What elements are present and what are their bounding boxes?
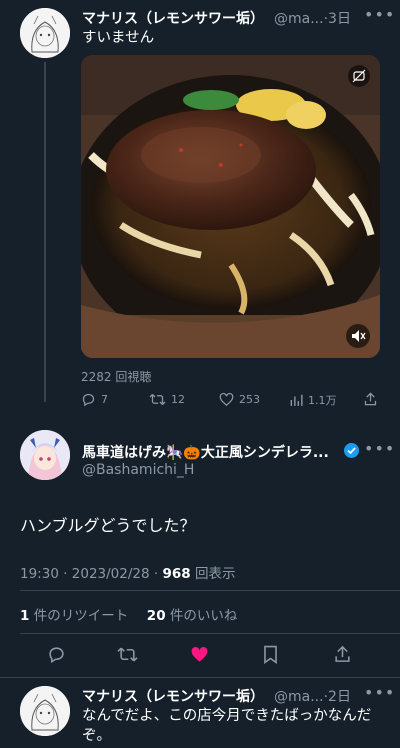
reply-icon: [49, 647, 64, 664]
share-button[interactable]: [363, 391, 378, 407]
bookmark-icon: [264, 645, 277, 664]
retweet-stat[interactable]: 1 件のリツイート: [20, 608, 128, 624]
author-name[interactable]: マナリス（レモンサワー垢）: [82, 686, 264, 706]
like-count: 253: [239, 393, 260, 406]
gif-toggle-icon[interactable]: [348, 65, 370, 87]
avatar[interactable]: [20, 8, 70, 58]
author-name[interactable]: 馬車道はげみ🎠🎃大正風シンデレラ...: [82, 442, 359, 462]
like-label: 件のいいね: [165, 608, 238, 624]
heart-icon: [219, 392, 234, 406]
more-options-icon[interactable]: •••: [364, 683, 395, 702]
more-options-icon[interactable]: •••: [364, 439, 395, 458]
view-count: 968: [162, 566, 191, 582]
author-handle[interactable]: @Bashamichi_H: [82, 462, 194, 478]
divider: [20, 590, 400, 591]
handle-text: @ma...: [274, 689, 324, 705]
author-handle: @ma...·3日: [274, 11, 351, 27]
like-button[interactable]: 253: [219, 392, 260, 407]
reply-icon: [82, 393, 95, 407]
tweet-time[interactable]: 2日: [328, 689, 351, 705]
tweet-text: なんでだよ、この店今月できたばっかなんだぞ。: [82, 708, 372, 744]
more-options-icon[interactable]: •••: [364, 5, 395, 24]
reply-button[interactable]: 7: [81, 392, 108, 407]
tweet-text: すいません: [82, 30, 155, 46]
engagement-stats: 1 件のリツイート 20 件のいいね: [20, 604, 237, 624]
avatar-drawing-icon: [20, 8, 70, 58]
avatar[interactable]: [20, 430, 70, 480]
retweet-icon: [117, 647, 138, 662]
share-icon: [364, 392, 377, 406]
author-handle: @ma...·2日: [274, 689, 351, 705]
tweet-video[interactable]: [81, 55, 380, 358]
like-stat[interactable]: 20 件のいいね: [147, 608, 238, 624]
avatar-character-icon: [20, 430, 70, 480]
handle-text: @ma...: [274, 11, 324, 27]
divider: [0, 677, 400, 678]
retweet-count: 12: [171, 393, 185, 406]
like-count: 20: [146, 608, 166, 624]
hamburg-steak-image: [81, 55, 380, 358]
analytics-count: 1.1万: [308, 394, 337, 407]
divider: [20, 633, 400, 634]
retweet-button[interactable]: 12: [149, 392, 185, 407]
author-name[interactable]: マナリス（レモンサワー垢）: [82, 8, 264, 28]
retweet-label: 件のリツイート: [29, 608, 129, 624]
view-count: 2282 回視聴: [81, 370, 152, 384]
tweet-time[interactable]: 3日: [328, 11, 351, 27]
retweet-button[interactable]: [117, 645, 138, 668]
heart-filled-icon: [191, 646, 208, 662]
tweet-datetime[interactable]: 19:30 · 2023/02/28 ·: [20, 566, 162, 582]
like-button[interactable]: [190, 645, 209, 668]
avatar-drawing-icon: [20, 686, 70, 736]
tweet-meta: 19:30 · 2023/02/28 · 968 回表示: [20, 562, 235, 582]
analytics-icon: [290, 394, 303, 406]
thread-line: [44, 62, 46, 402]
share-button[interactable]: [333, 644, 352, 668]
avatar[interactable]: [20, 686, 70, 736]
tweet-text: ハンブルグどうでした？: [20, 516, 196, 535]
verified-badge-icon: [344, 443, 359, 458]
retweet-icon: [149, 394, 166, 405]
reply-button[interactable]: [47, 645, 66, 668]
analytics-button[interactable]: 1.1万: [289, 392, 337, 408]
author-name-text: 馬車道はげみ🎠🎃大正風シンデレラ...: [82, 445, 329, 461]
retweet-count: 1: [20, 608, 30, 624]
mute-icon[interactable]: [346, 324, 370, 348]
bookmark-button[interactable]: [262, 645, 279, 668]
view-label: 回表示: [190, 566, 236, 582]
share-icon: [335, 645, 350, 662]
reply-count: 7: [101, 393, 108, 406]
